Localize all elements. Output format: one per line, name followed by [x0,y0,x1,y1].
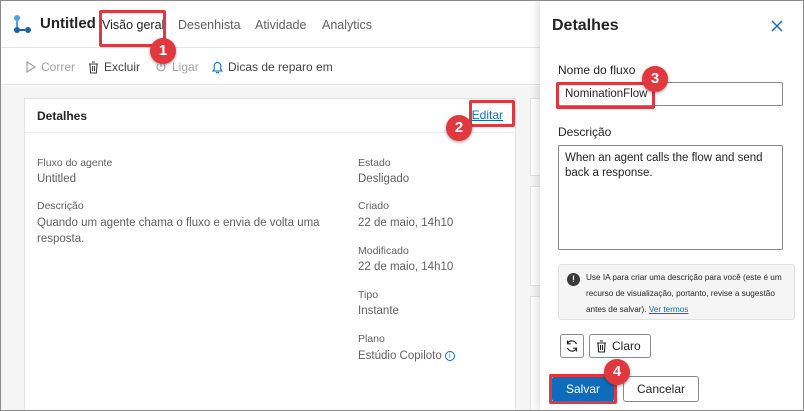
ai-notice-text: Use IA para criar uma descrição para voc… [586,270,792,318]
details-card: Detalhes Editar Fluxo do agente Untitled… [24,98,516,411]
play-icon [26,61,36,73]
trash-icon [89,60,98,74]
tab-overview[interactable]: Visão geral [102,18,164,32]
info-icon[interactable]: i [444,351,455,361]
flow-logo-icon [14,15,31,33]
clear-label: Claro [612,339,641,353]
close-icon[interactable] [768,17,786,35]
description-field-label: Descrição [558,125,612,139]
type-label: Tipo [358,289,379,301]
connect-label: Ligar [172,60,199,74]
regenerate-button[interactable] [560,334,584,358]
type-value: Instante [358,305,399,317]
refresh-icon [566,340,578,352]
trash-icon [597,339,606,353]
callout-badge: 4 [604,359,630,385]
callout-badge: 1 [150,38,176,64]
modified-value: 22 de maio, 14h10 [358,261,454,273]
cancel-button[interactable]: Cancelar [623,376,699,402]
save-button[interactable]: Salvar [552,376,614,402]
flow-name-input[interactable] [558,82,783,106]
ai-notice: ! Use IA para criar uma descrição para v… [558,264,795,320]
bell-icon [212,61,223,73]
repair-tips-label: Dicas de reparo em [228,60,333,74]
callout-badge: 3 [642,66,668,92]
description-textarea[interactable]: When an agent calls the flow and send ba… [558,145,783,250]
app-title: Untitled [40,15,96,32]
tab-analytics[interactable]: Analytics [322,18,372,32]
side-card-peek [530,186,540,286]
panel-title: Detalhes [552,17,619,34]
flow-name-value: Untitled [37,173,76,185]
edit-link[interactable]: Editar [472,108,503,122]
plan-value-row: Estúdio Copiloto i [358,348,455,364]
description-value: Quando um agente chama o fluxo e envia d… [37,217,320,245]
callout-badge: 2 [446,115,472,141]
command-bar: Correr Excluir Ligar Dicas de reparo em [0,49,540,85]
created-label: Criado [358,200,389,212]
plan-label: Plano [358,333,385,345]
tab-activity[interactable]: Atividade [255,18,306,32]
modified-label: Modificado [358,245,409,257]
details-card-title: Detalhes [37,109,88,123]
created-value: 22 de maio, 14h10 [358,217,454,229]
side-card-peek [530,296,540,411]
status-label: Estado [358,157,391,169]
plan-value: Estúdio Copiloto [358,350,442,362]
flow-name-field-label: Nome do fluxo [558,63,636,77]
delete-button[interactable]: Excluir [88,60,140,74]
side-card-peek [530,98,540,176]
delete-label: Excluir [104,60,141,74]
view-terms-link[interactable]: Ver termos [649,305,689,314]
description-label: Descrição [37,200,84,212]
details-panel: Detalhes Nome do fluxo Descrição When an… [540,0,804,411]
status-value: Desligado [358,173,410,185]
top-nav: Untitled Visão geral Desenhista Atividad… [0,0,540,48]
details-card-header: Detalhes Editar [25,99,515,133]
run-button[interactable]: Correr [26,60,75,74]
run-label: Correr [41,60,76,74]
flow-name-label: Fluxo do agente [37,157,113,169]
alert-icon: ! [567,273,580,286]
tab-designer[interactable]: Desenhista [178,18,241,32]
repair-tips-button[interactable]: Dicas de reparo em [212,60,333,74]
clear-button[interactable]: Claro [589,334,651,358]
